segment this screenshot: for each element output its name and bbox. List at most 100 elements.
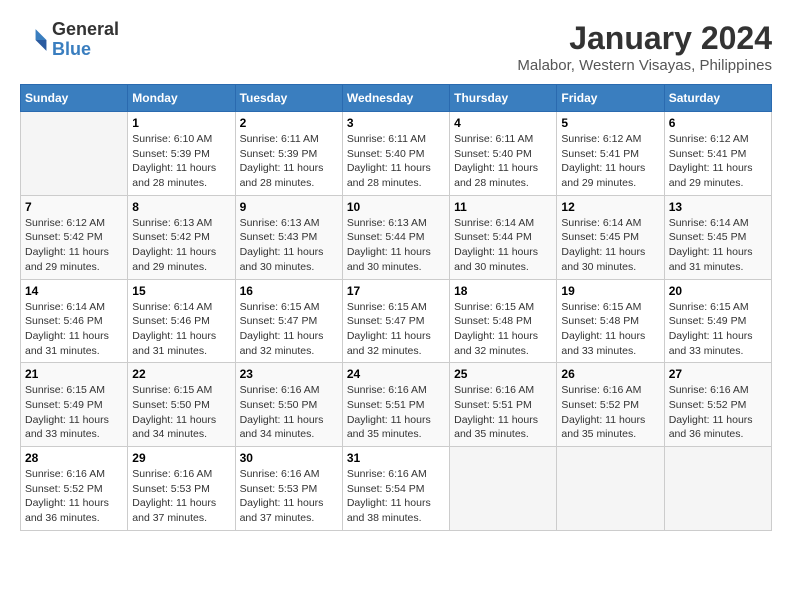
table-row xyxy=(450,447,557,531)
day-number: 28 xyxy=(25,451,123,465)
day-info: Sunrise: 6:11 AM Sunset: 5:39 PM Dayligh… xyxy=(240,132,338,191)
table-row: 4 Sunrise: 6:11 AM Sunset: 5:40 PM Dayli… xyxy=(450,112,557,196)
day-number: 1 xyxy=(132,116,230,130)
col-thursday: Thursday xyxy=(450,85,557,112)
day-number: 26 xyxy=(561,367,659,381)
table-row: 27 Sunrise: 6:16 AM Sunset: 5:52 PM Dayl… xyxy=(664,363,771,447)
calendar-body: 1 Sunrise: 6:10 AM Sunset: 5:39 PM Dayli… xyxy=(21,112,772,531)
table-row xyxy=(664,447,771,531)
day-number: 13 xyxy=(669,200,767,214)
table-row: 26 Sunrise: 6:16 AM Sunset: 5:52 PM Dayl… xyxy=(557,363,664,447)
day-number: 11 xyxy=(454,200,552,214)
day-number: 22 xyxy=(132,367,230,381)
table-row: 10 Sunrise: 6:13 AM Sunset: 5:44 PM Dayl… xyxy=(342,195,449,279)
day-info: Sunrise: 6:12 AM Sunset: 5:41 PM Dayligh… xyxy=(561,132,659,191)
day-info: Sunrise: 6:16 AM Sunset: 5:53 PM Dayligh… xyxy=(132,467,230,526)
col-wednesday: Wednesday xyxy=(342,85,449,112)
day-number: 16 xyxy=(240,284,338,298)
day-info: Sunrise: 6:16 AM Sunset: 5:50 PM Dayligh… xyxy=(240,383,338,442)
col-friday: Friday xyxy=(557,85,664,112)
table-row: 20 Sunrise: 6:15 AM Sunset: 5:49 PM Dayl… xyxy=(664,279,771,363)
day-info: Sunrise: 6:14 AM Sunset: 5:46 PM Dayligh… xyxy=(132,300,230,359)
day-info: Sunrise: 6:15 AM Sunset: 5:49 PM Dayligh… xyxy=(669,300,767,359)
table-row: 23 Sunrise: 6:16 AM Sunset: 5:50 PM Dayl… xyxy=(235,363,342,447)
table-row: 12 Sunrise: 6:14 AM Sunset: 5:45 PM Dayl… xyxy=(557,195,664,279)
table-row: 14 Sunrise: 6:14 AM Sunset: 5:46 PM Dayl… xyxy=(21,279,128,363)
day-number: 24 xyxy=(347,367,445,381)
day-info: Sunrise: 6:14 AM Sunset: 5:45 PM Dayligh… xyxy=(561,216,659,275)
title-block: January 2024 Malabor, Western Visayas, P… xyxy=(517,20,772,74)
day-info: Sunrise: 6:16 AM Sunset: 5:52 PM Dayligh… xyxy=(25,467,123,526)
table-row: 24 Sunrise: 6:16 AM Sunset: 5:51 PM Dayl… xyxy=(342,363,449,447)
day-info: Sunrise: 6:16 AM Sunset: 5:51 PM Dayligh… xyxy=(347,383,445,442)
table-row: 15 Sunrise: 6:14 AM Sunset: 5:46 PM Dayl… xyxy=(128,279,235,363)
day-info: Sunrise: 6:16 AM Sunset: 5:51 PM Dayligh… xyxy=(454,383,552,442)
day-number: 8 xyxy=(132,200,230,214)
day-info: Sunrise: 6:11 AM Sunset: 5:40 PM Dayligh… xyxy=(347,132,445,191)
day-info: Sunrise: 6:13 AM Sunset: 5:42 PM Dayligh… xyxy=(132,216,230,275)
day-number: 20 xyxy=(669,284,767,298)
day-number: 18 xyxy=(454,284,552,298)
day-number: 29 xyxy=(132,451,230,465)
day-number: 31 xyxy=(347,451,445,465)
table-row: 18 Sunrise: 6:15 AM Sunset: 5:48 PM Dayl… xyxy=(450,279,557,363)
table-row: 30 Sunrise: 6:16 AM Sunset: 5:53 PM Dayl… xyxy=(235,447,342,531)
table-row: 3 Sunrise: 6:11 AM Sunset: 5:40 PM Dayli… xyxy=(342,112,449,196)
day-number: 5 xyxy=(561,116,659,130)
day-number: 30 xyxy=(240,451,338,465)
table-row: 31 Sunrise: 6:16 AM Sunset: 5:54 PM Dayl… xyxy=(342,447,449,531)
table-row: 1 Sunrise: 6:10 AM Sunset: 5:39 PM Dayli… xyxy=(128,112,235,196)
day-info: Sunrise: 6:12 AM Sunset: 5:41 PM Dayligh… xyxy=(669,132,767,191)
day-info: Sunrise: 6:13 AM Sunset: 5:44 PM Dayligh… xyxy=(347,216,445,275)
day-info: Sunrise: 6:14 AM Sunset: 5:44 PM Dayligh… xyxy=(454,216,552,275)
logo-general-text: General xyxy=(52,20,119,40)
table-row: 29 Sunrise: 6:16 AM Sunset: 5:53 PM Dayl… xyxy=(128,447,235,531)
day-number: 14 xyxy=(25,284,123,298)
day-info: Sunrise: 6:16 AM Sunset: 5:54 PM Dayligh… xyxy=(347,467,445,526)
day-number: 4 xyxy=(454,116,552,130)
day-number: 10 xyxy=(347,200,445,214)
table-row: 9 Sunrise: 6:13 AM Sunset: 5:43 PM Dayli… xyxy=(235,195,342,279)
col-saturday: Saturday xyxy=(664,85,771,112)
logo-blue-text: Blue xyxy=(52,40,119,60)
day-number: 21 xyxy=(25,367,123,381)
day-number: 3 xyxy=(347,116,445,130)
table-row: 7 Sunrise: 6:12 AM Sunset: 5:42 PM Dayli… xyxy=(21,195,128,279)
table-row: 5 Sunrise: 6:12 AM Sunset: 5:41 PM Dayli… xyxy=(557,112,664,196)
table-row: 8 Sunrise: 6:13 AM Sunset: 5:42 PM Dayli… xyxy=(128,195,235,279)
logo: General Blue xyxy=(20,20,119,60)
table-row: 11 Sunrise: 6:14 AM Sunset: 5:44 PM Dayl… xyxy=(450,195,557,279)
day-info: Sunrise: 6:14 AM Sunset: 5:45 PM Dayligh… xyxy=(669,216,767,275)
day-info: Sunrise: 6:14 AM Sunset: 5:46 PM Dayligh… xyxy=(25,300,123,359)
day-info: Sunrise: 6:15 AM Sunset: 5:49 PM Dayligh… xyxy=(25,383,123,442)
table-row: 22 Sunrise: 6:15 AM Sunset: 5:50 PM Dayl… xyxy=(128,363,235,447)
day-number: 2 xyxy=(240,116,338,130)
calendar-table: Sunday Monday Tuesday Wednesday Thursday… xyxy=(20,84,772,531)
day-number: 9 xyxy=(240,200,338,214)
table-row: 25 Sunrise: 6:16 AM Sunset: 5:51 PM Dayl… xyxy=(450,363,557,447)
col-sunday: Sunday xyxy=(21,85,128,112)
day-number: 6 xyxy=(669,116,767,130)
day-info: Sunrise: 6:15 AM Sunset: 5:48 PM Dayligh… xyxy=(561,300,659,359)
day-info: Sunrise: 6:16 AM Sunset: 5:52 PM Dayligh… xyxy=(669,383,767,442)
table-row xyxy=(21,112,128,196)
day-number: 12 xyxy=(561,200,659,214)
table-row xyxy=(557,447,664,531)
day-number: 23 xyxy=(240,367,338,381)
day-info: Sunrise: 6:16 AM Sunset: 5:53 PM Dayligh… xyxy=(240,467,338,526)
page-title: January 2024 xyxy=(517,20,772,57)
col-tuesday: Tuesday xyxy=(235,85,342,112)
table-row: 17 Sunrise: 6:15 AM Sunset: 5:47 PM Dayl… xyxy=(342,279,449,363)
day-number: 25 xyxy=(454,367,552,381)
day-number: 15 xyxy=(132,284,230,298)
day-info: Sunrise: 6:15 AM Sunset: 5:47 PM Dayligh… xyxy=(347,300,445,359)
table-row: 2 Sunrise: 6:11 AM Sunset: 5:39 PM Dayli… xyxy=(235,112,342,196)
day-info: Sunrise: 6:15 AM Sunset: 5:50 PM Dayligh… xyxy=(132,383,230,442)
table-row: 16 Sunrise: 6:15 AM Sunset: 5:47 PM Dayl… xyxy=(235,279,342,363)
day-info: Sunrise: 6:11 AM Sunset: 5:40 PM Dayligh… xyxy=(454,132,552,191)
table-row: 19 Sunrise: 6:15 AM Sunset: 5:48 PM Dayl… xyxy=(557,279,664,363)
day-info: Sunrise: 6:15 AM Sunset: 5:48 PM Dayligh… xyxy=(454,300,552,359)
table-row: 13 Sunrise: 6:14 AM Sunset: 5:45 PM Dayl… xyxy=(664,195,771,279)
day-info: Sunrise: 6:13 AM Sunset: 5:43 PM Dayligh… xyxy=(240,216,338,275)
day-number: 27 xyxy=(669,367,767,381)
